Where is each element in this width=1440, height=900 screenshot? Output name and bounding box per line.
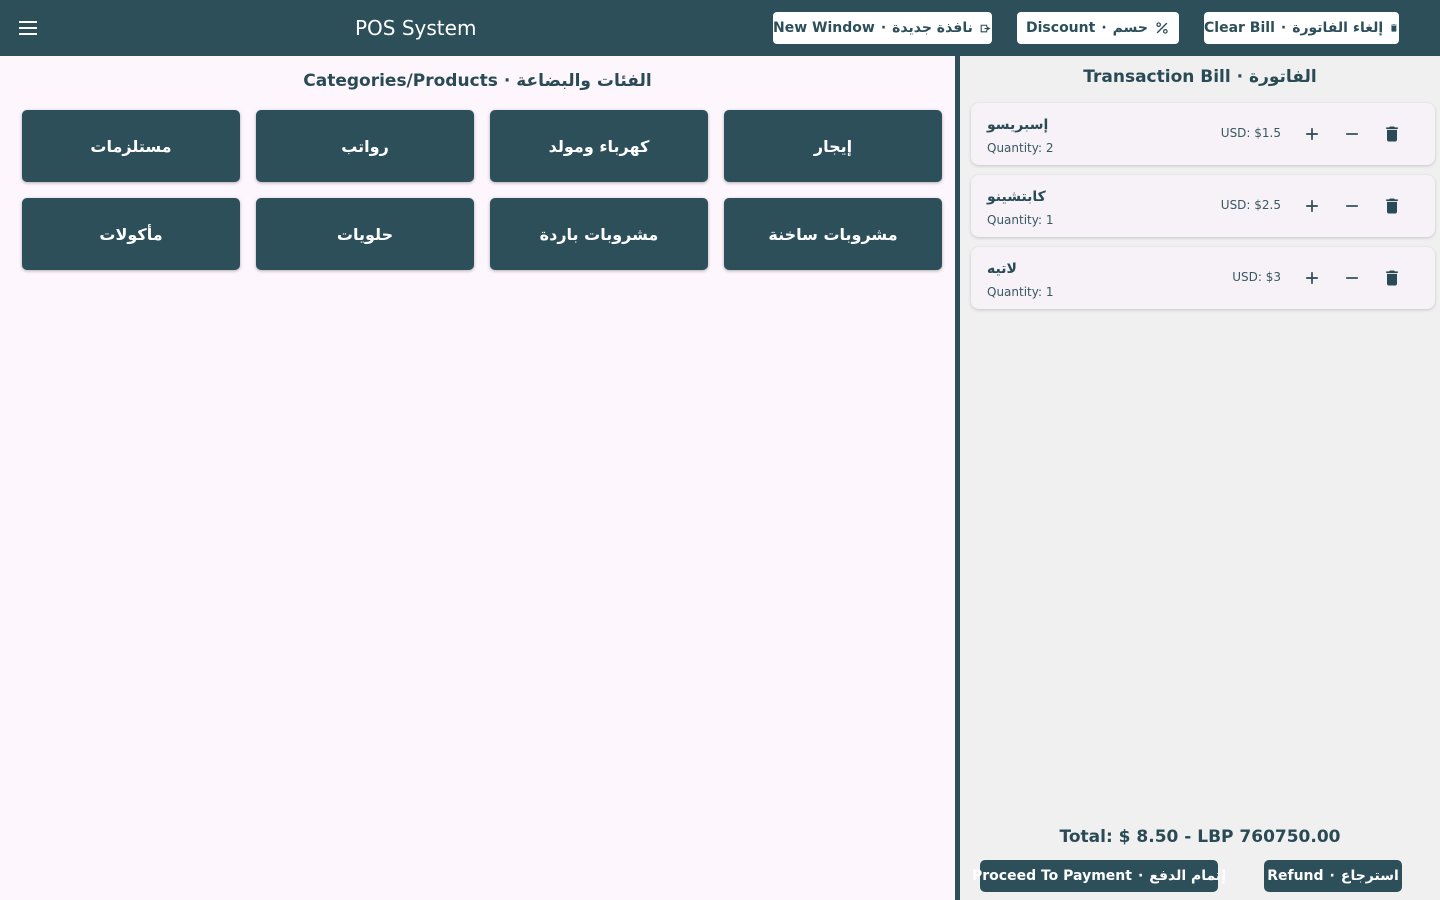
categories-title: Categories/Products · الفئات والبضاعة: [0, 68, 955, 94]
minus-icon[interactable]: [1340, 194, 1364, 218]
trash-icon[interactable]: [1380, 194, 1404, 218]
discount-label-en: Discount: [1026, 20, 1096, 36]
refund-label-en: Refund: [1267, 868, 1324, 884]
app-title: POS System: [355, 16, 477, 40]
proceed-label-ar: إتمام الدفع: [1149, 868, 1226, 884]
category-button[interactable]: مأكولات: [22, 198, 240, 270]
item-price: USD: $3: [1232, 270, 1281, 284]
separator: ·: [1137, 868, 1144, 884]
plus-icon[interactable]: [1300, 266, 1324, 290]
new-window-label-en: New Window: [773, 20, 875, 36]
category-button[interactable]: رواتب: [256, 110, 474, 182]
bill-title: Transaction Bill · الفاتورة: [960, 64, 1440, 90]
bill-item: لاتيه Quantity: 1 USD: $3: [971, 247, 1435, 309]
discount-label-ar: حسم: [1112, 20, 1148, 36]
bill-title-en: Transaction Bill: [1083, 67, 1231, 87]
item-price: USD: $2.5: [1220, 198, 1281, 212]
item-name: لاتيه: [987, 261, 1017, 277]
discount-button[interactable]: Discount · حسم: [1017, 12, 1179, 44]
new-window-label-ar: نافذة جديدة: [892, 20, 973, 36]
top-app-bar: POS System New Window · نافذة جديدة Disc…: [0, 0, 1440, 56]
separator: ·: [1280, 20, 1287, 36]
clear-bill-label-en: Clear Bill: [1204, 20, 1275, 36]
categories-panel: Categories/Products · الفئات والبضاعة إي…: [0, 56, 955, 900]
item-quantity: Quantity: 1: [987, 285, 1054, 299]
category-button[interactable]: مشروبات باردة: [490, 198, 708, 270]
category-button[interactable]: حلويات: [256, 198, 474, 270]
separator: ·: [503, 71, 511, 91]
plus-icon[interactable]: [1300, 122, 1324, 146]
bill-total: Total: $ 8.50 - LBP 760750.00: [1059, 827, 1341, 847]
refund-label-ar: استرجاع: [1340, 868, 1399, 884]
item-quantity: Quantity: 1: [987, 213, 1054, 227]
separator: ·: [1329, 868, 1335, 884]
item-price: USD: $1.5: [1220, 126, 1281, 140]
item-quantity: Quantity: 2: [987, 141, 1054, 155]
clear-bill-label-ar: إلغاء الفاتورة: [1292, 20, 1384, 36]
item-name: كابتشينو: [987, 189, 1046, 205]
item-name: إسبريسو: [987, 117, 1049, 133]
plus-icon[interactable]: [1300, 194, 1324, 218]
trash-icon: [1391, 24, 1397, 32]
proceed-to-payment-button[interactable]: Proceed To Payment · إتمام الدفع: [972, 860, 1226, 892]
separator: ·: [880, 20, 887, 36]
categories-title-ar: الفئات والبضاعة: [516, 71, 652, 91]
minus-icon[interactable]: [1340, 122, 1364, 146]
bill-title-ar: الفاتورة: [1249, 67, 1317, 87]
trash-icon[interactable]: [1380, 122, 1404, 146]
bill-item: إسبريسو Quantity: 2 USD: $1.5: [971, 103, 1435, 165]
category-button[interactable]: مستلزمات: [22, 110, 240, 182]
menu-icon[interactable]: [14, 14, 42, 42]
minus-icon[interactable]: [1340, 266, 1364, 290]
category-button[interactable]: مشروبات ساخنة: [724, 198, 942, 270]
separator: ·: [1236, 67, 1244, 87]
percent-icon: [1156, 22, 1168, 34]
refund-button[interactable]: Refund · استرجاع: [1264, 860, 1402, 892]
bill-item: كابتشينو Quantity: 1 USD: $2.5: [971, 175, 1435, 237]
categories-title-en: Categories/Products: [303, 71, 498, 91]
category-button[interactable]: كهرباء ومولد: [490, 110, 708, 182]
trash-icon[interactable]: [1380, 266, 1404, 290]
new-window-button[interactable]: New Window · نافذة جديدة: [773, 12, 992, 44]
open-window-icon: [980, 24, 991, 33]
category-button[interactable]: إيجار: [724, 110, 942, 182]
bill-panel: Transaction Bill · الفاتورة إسبريسو Quan…: [960, 56, 1440, 900]
separator: ·: [1101, 20, 1107, 36]
clear-bill-button[interactable]: Clear Bill · إلغاء الفاتورة: [1204, 12, 1399, 44]
proceed-label-en: Proceed To Payment: [972, 868, 1132, 884]
